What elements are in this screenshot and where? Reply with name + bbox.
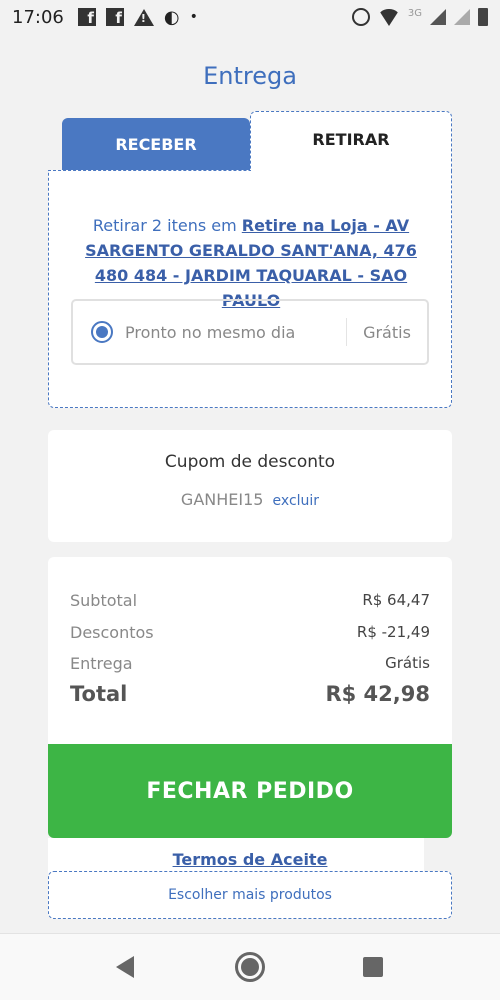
facebook-icon: f	[105, 8, 124, 26]
battery-icon	[478, 8, 488, 26]
total-label: Total	[70, 682, 128, 706]
status-time: 17:06	[12, 6, 64, 28]
tab-receber[interactable]: RECEBER	[62, 118, 250, 170]
terms-link[interactable]: Termos de Aceite	[0, 850, 500, 869]
page-title: Entrega	[203, 62, 297, 90]
discount-label: Descontos	[70, 623, 154, 642]
signal-icon	[430, 9, 446, 25]
checkout-button[interactable]: FECHAR PEDIDO	[48, 744, 452, 838]
coupon-code: GANHEI15	[180, 490, 264, 509]
coupon-title: Cupom de desconto	[164, 452, 336, 472]
discount-value: R$ -21,49	[356, 623, 430, 641]
wifi-icon	[377, 8, 400, 26]
remove-coupon-link[interactable]: excluir	[273, 493, 320, 509]
subtotal-row: Subtotal R$ 64,47	[70, 591, 430, 610]
facebook-icon: f	[77, 8, 96, 26]
shipping-label: Entrega	[70, 654, 133, 673]
status-bar: 17:06 f f ◐ • 3G	[0, 0, 500, 34]
total-row: Total R$ 42,98	[70, 682, 430, 706]
tab-retirar[interactable]: RETIRAR	[250, 111, 452, 173]
network-type-label: 3G	[407, 7, 422, 19]
home-icon[interactable]	[235, 952, 265, 982]
pickup-option-label: Pronto no mesmo dia	[125, 322, 296, 342]
more-products-button[interactable]: Escolher mais produtos	[48, 871, 452, 919]
pickup-description: Retirar 2 itens em Retire na Loja - AV S…	[69, 213, 433, 313]
dot-icon: •	[189, 9, 198, 25]
shipping-row: Entrega Grátis	[70, 654, 430, 673]
coupon-card: Cupom de desconto GANHEI15 excluir	[48, 430, 452, 542]
system-nav-bar	[0, 933, 500, 1000]
signal-icon	[454, 9, 470, 25]
back-icon[interactable]	[116, 956, 134, 978]
alarm-icon	[351, 8, 370, 26]
total-value: R$ 42,98	[325, 682, 430, 706]
discount-row: Descontos R$ -21,49	[70, 623, 430, 642]
pickup-option-price: Grátis	[363, 322, 411, 342]
notification-icons: f f ◐ •	[77, 6, 198, 28]
pickup-option[interactable]: Pronto no mesmo dia Grátis	[71, 299, 429, 365]
coupon-line: GANHEI15 excluir	[48, 490, 452, 509]
subtotal-value: R$ 64,47	[362, 591, 430, 609]
system-icons: 3G	[351, 7, 488, 27]
data-saver-icon: ◐	[163, 6, 180, 28]
warning-icon	[133, 8, 154, 26]
shipping-value: Grátis	[385, 654, 430, 672]
recent-apps-icon[interactable]	[363, 957, 383, 977]
pickup-prefix: Retirar 2 itens em	[92, 216, 242, 235]
pickup-card: Retirar 2 itens em Retire na Loja - AV S…	[48, 169, 452, 408]
subtotal-label: Subtotal	[70, 591, 138, 610]
radio-selected-icon[interactable]	[91, 321, 113, 343]
